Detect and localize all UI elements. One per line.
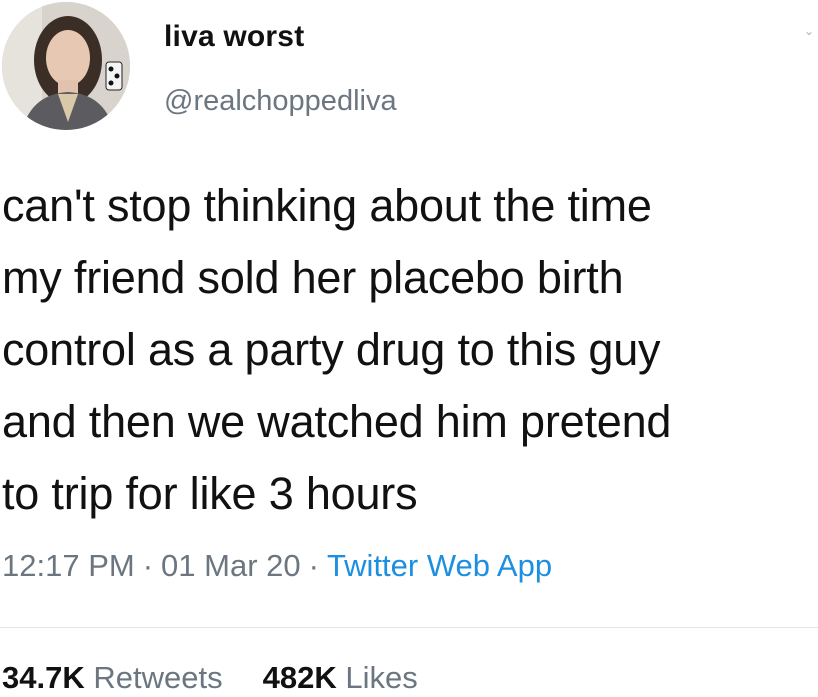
likes-stat[interactable]: 482K Likes — [263, 660, 418, 695]
tweet-card: liva worst @realchoppedliva ⌄ can't stop… — [0, 0, 818, 697]
chevron-down-icon[interactable]: ⌄ — [804, 25, 814, 37]
display-name[interactable]: liva worst — [164, 20, 304, 54]
avatar[interactable] — [2, 2, 130, 130]
retweets-label: Retweets — [93, 660, 223, 695]
retweets-count: 34.7K — [2, 660, 85, 695]
meta-separator: · — [308, 548, 319, 583]
user-handle[interactable]: @realchoppedliva — [164, 85, 397, 118]
meta-separator: · — [142, 548, 154, 583]
likes-label: Likes — [345, 660, 418, 695]
tweet-stats: 34.7K Retweets 482K Likes — [2, 660, 418, 696]
tweet-time[interactable]: 12:17 PM — [2, 548, 135, 583]
tweet-meta: 12:17 PM · 01 Mar 20 · Twitter Web App — [2, 548, 552, 584]
divider — [0, 627, 818, 628]
likes-count: 482K — [262, 660, 337, 695]
tweet-source-link[interactable]: Twitter Web App — [327, 548, 552, 583]
tweet-text: can't stop thinking about the time my fr… — [2, 180, 672, 519]
tweet-header: liva worst @realchoppedliva ⌄ — [0, 0, 818, 150]
tweet-date[interactable]: 01 Mar 20 — [161, 548, 301, 583]
retweets-stat[interactable]: 34.7K Retweets — [2, 660, 223, 695]
avatar-photo — [2, 2, 130, 130]
